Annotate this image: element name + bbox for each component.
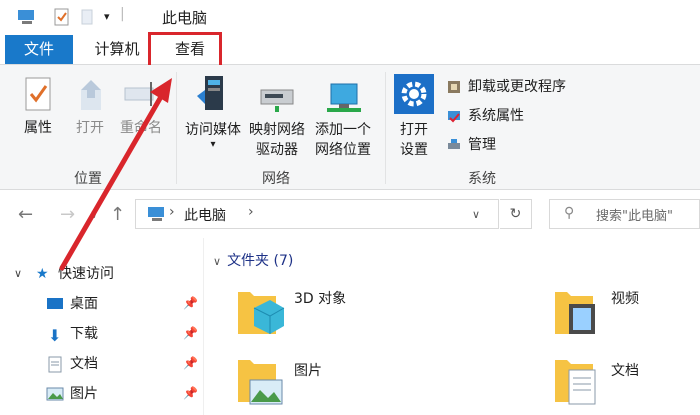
annotation-arrow (59, 78, 172, 271)
